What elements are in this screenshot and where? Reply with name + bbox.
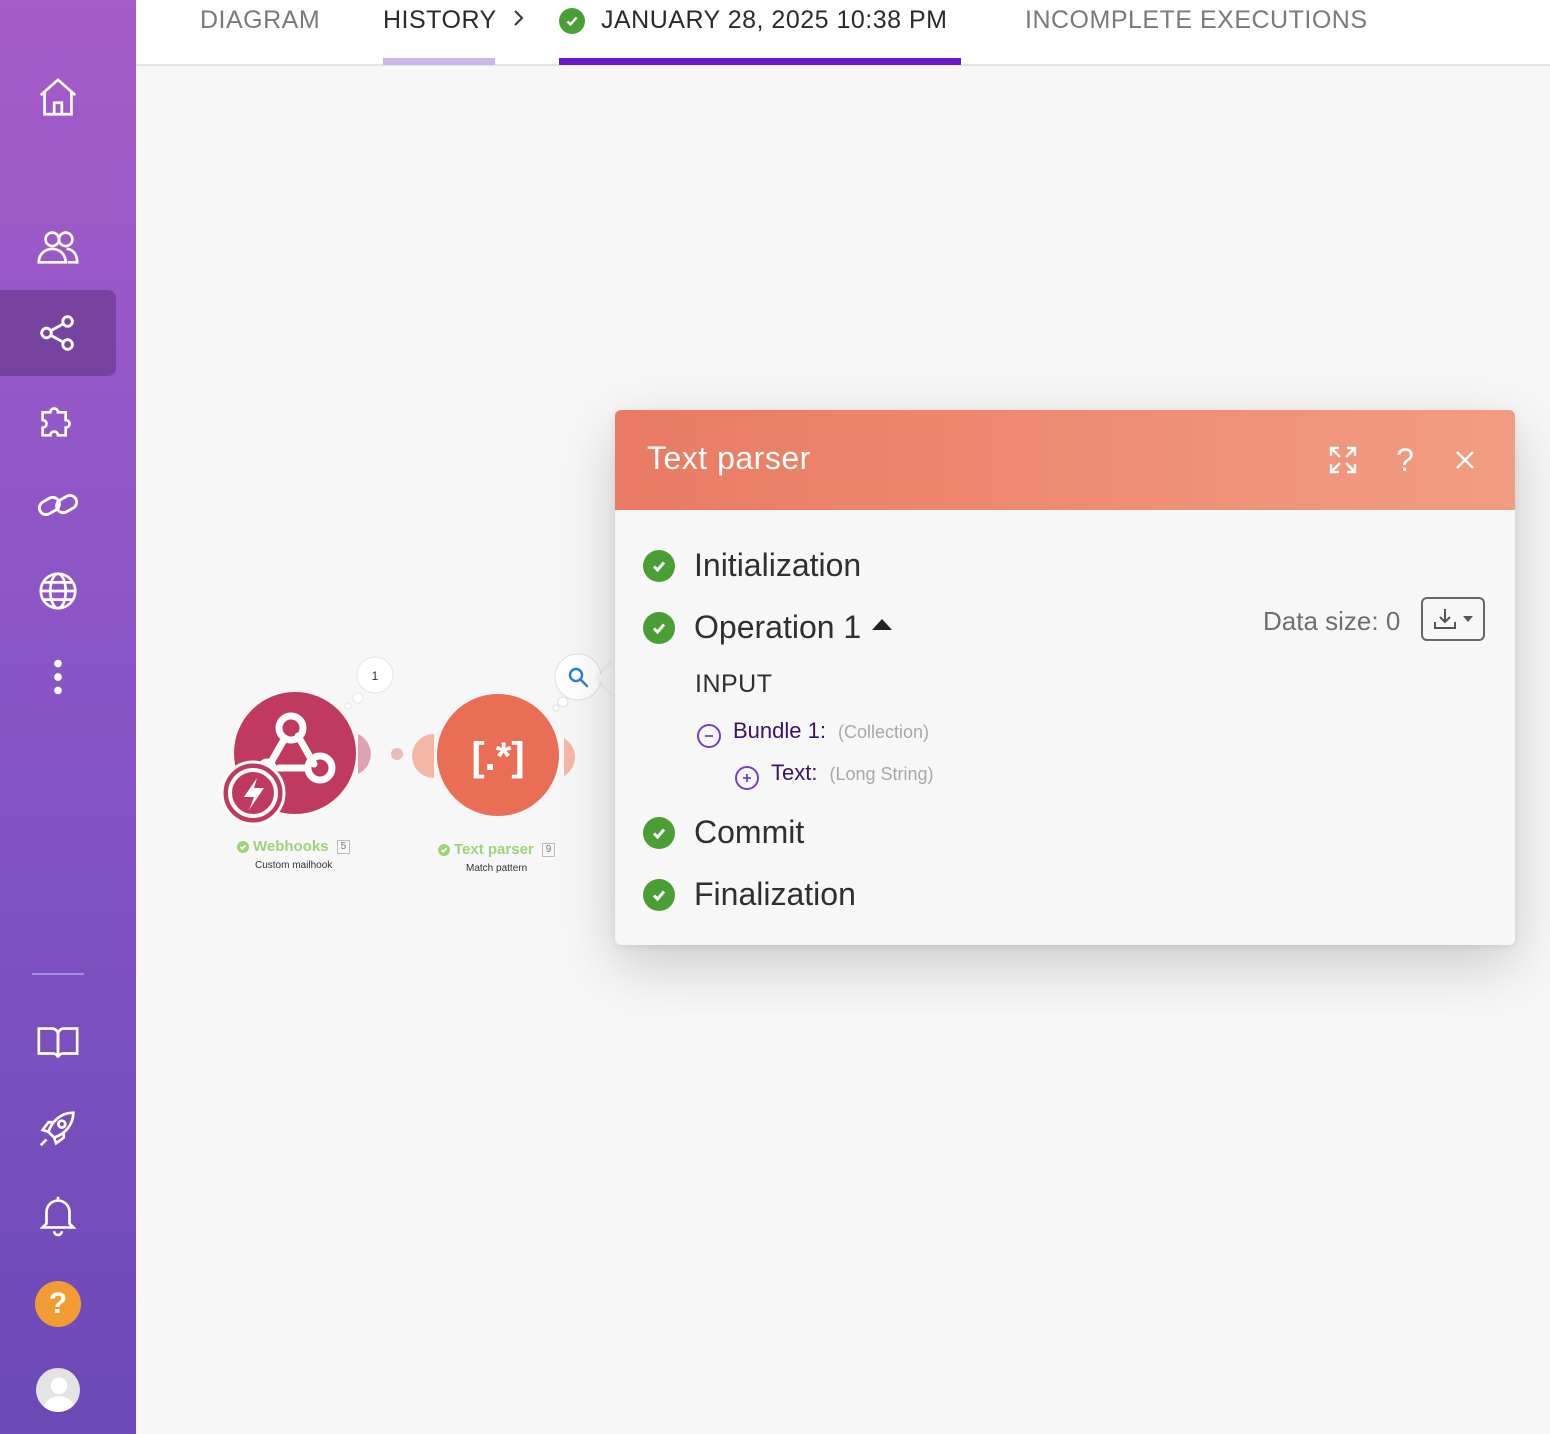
apps-icon[interactable] [0,377,116,463]
success-check-icon [643,549,675,582]
step-operation-label: Operation 1 [694,609,862,645]
text-parser-name: Text parser [454,841,534,858]
tab-diagram-label: DIAGRAM [200,6,321,34]
data-size-label: Data size: 0 [1263,606,1401,636]
tab-execution-label: JANUARY 28, 2025 10:38 PM [601,6,948,34]
tab-history-label: HISTORY [383,6,497,34]
status-check-icon [438,843,450,856]
step-initialization-label: Initialization [694,547,862,583]
webhooks-name: Webhooks [253,838,329,855]
bundle-type: (Collection) [837,722,929,742]
success-check-icon [643,816,675,849]
notifications-icon[interactable] [0,1171,116,1257]
connections-icon[interactable] [0,462,116,548]
webhooks-id: 5 [336,839,351,854]
webhooks-connector[interactable] [358,734,371,774]
caret-up-icon[interactable] [871,617,893,631]
download-dropdown-button[interactable] [1421,597,1485,641]
help-question-icon[interactable]: ? [1385,440,1425,480]
operations-count: 1 [372,669,379,683]
step-initialization[interactable]: Initialization [643,547,861,584]
chevron-right-icon [512,0,526,64]
expand-plus-icon[interactable] [735,766,759,790]
chevron-down-icon [1463,616,1473,622]
operation-inspector-panel: Text parser ? Initialization Operation 1… [615,410,1515,945]
panel-header: Text parser ? [615,410,1515,510]
tab-diagram[interactable]: DIAGRAM [200,0,320,64]
step-operation[interactable]: Operation 1 [643,609,893,646]
sidebar-divider [32,973,84,975]
tab-execution-underline [559,58,961,65]
success-check-icon [643,878,675,911]
webhooks-module-label: Webhooks 5 [237,838,351,855]
tab-history-underline [383,58,495,65]
webhooks-icon[interactable] [0,548,116,634]
scenarios-icon[interactable] [0,290,116,376]
inspect-bubble[interactable] [554,653,602,701]
success-check-icon [643,611,675,644]
more-icon[interactable] [0,634,116,720]
text-parser-module-label: Text parser 9 [438,841,556,858]
whats-new-icon[interactable] [0,1085,116,1171]
avatar[interactable] [0,1347,116,1433]
step-finalization[interactable]: Finalization [643,876,856,913]
tab-execution[interactable]: JANUARY 28, 2025 10:38 PM [559,0,948,64]
route-dot [391,748,403,760]
webhooks-subtitle: Custom mailhook [255,860,333,871]
panel-title: Text parser [647,440,811,476]
text-parser-id: 9 [541,842,556,857]
step-commit-label: Commit [694,814,805,850]
tab-incomplete-label: INCOMPLETE EXECUTIONS [1025,6,1368,34]
status-check-icon [237,840,249,853]
panel-pointer [597,660,615,696]
download-icon [1434,609,1456,629]
close-icon[interactable] [1445,440,1485,480]
expand-icon[interactable] [1323,440,1363,480]
collapse-minus-icon[interactable] [697,724,721,748]
help-label: ? [35,1281,81,1327]
text-field-key: Text: [771,760,818,785]
text-field-row[interactable]: Text: (Long String) [735,760,934,790]
home-icon[interactable] [0,54,116,140]
bundle-row[interactable]: Bundle 1: (Collection) [697,718,929,748]
help-icon[interactable]: ? [0,1261,116,1347]
tab-incomplete-executions[interactable]: INCOMPLETE EXECUTIONS [1025,0,1368,64]
parser-input-connector [412,734,434,778]
tab-bar: DIAGRAM HISTORY JANUARY 28, 2025 10:38 P… [136,0,1550,66]
text-parser-subtitle: Match pattern [466,863,528,874]
text-parser-symbol: [.*] [471,735,524,779]
success-check-icon [559,8,585,34]
step-commit[interactable]: Commit [643,814,804,851]
tab-history[interactable]: HISTORY [383,0,497,64]
docs-icon[interactable] [0,999,116,1085]
text-field-type: (Long String) [829,764,934,784]
team-icon[interactable] [0,204,116,290]
parser-output-connector[interactable] [564,738,575,776]
step-finalization-label: Finalization [694,876,856,912]
section-input-label: INPUT [695,670,773,698]
sidebar: ? [0,0,136,1434]
bundle-key: Bundle 1: [733,718,826,743]
